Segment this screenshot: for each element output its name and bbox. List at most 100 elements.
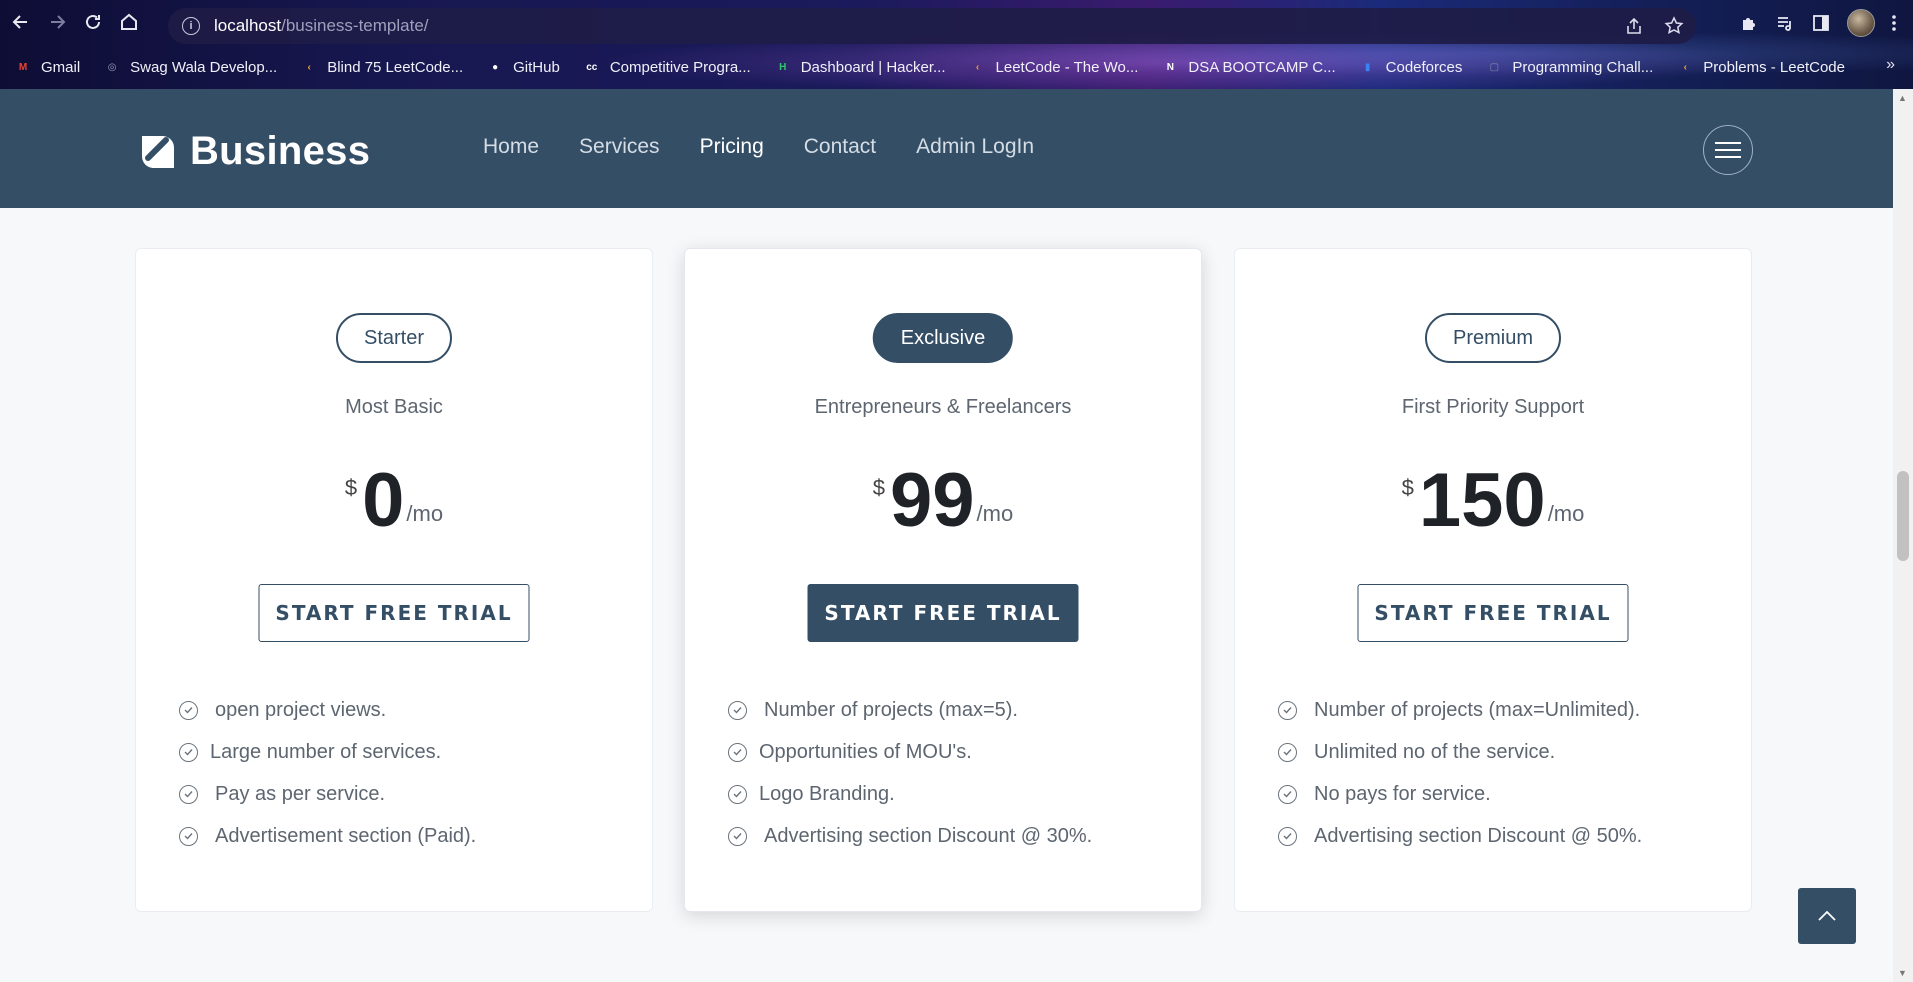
extensions-puzzle-icon[interactable] (1739, 13, 1759, 33)
page-scrollbar[interactable]: ▲ ▼ (1893, 89, 1913, 982)
feature-text: Large number of services. (210, 740, 442, 763)
bookmark-label: GitHub (513, 58, 560, 76)
profile-avatar[interactable] (1847, 9, 1875, 37)
feature-item: Large number of services. (179, 731, 476, 773)
feature-item: Advertising section Discount @ 30%. (728, 815, 1092, 857)
bookmark-label: Competitive Progra... (609, 58, 751, 76)
nav-pricing[interactable]: Pricing (700, 135, 764, 159)
bookmark-item[interactable]: ◎ Swag Wala Develop... (103, 58, 277, 76)
check-circle-icon (1278, 826, 1297, 846)
back-button[interactable] (6, 7, 36, 37)
check-circle-icon (1278, 700, 1297, 720)
bookmark-item[interactable]: ‹ LeetCode - The Wo... (969, 58, 1139, 76)
bookmark-item[interactable]: cc Competitive Progra... (583, 58, 751, 76)
start-free-trial-button[interactable]: START FREE TRIAL (1357, 584, 1629, 642)
plan-price: $ 0 /mo (136, 459, 652, 543)
scroll-up-arrow-icon[interactable]: ▲ (1898, 93, 1907, 103)
nav-contact[interactable]: Contact (804, 135, 876, 159)
logo-mark-icon (138, 132, 178, 172)
url-path: /business-template/ (281, 16, 429, 35)
codeforces-icon: ▮ (1364, 61, 1371, 73)
bookmark-item[interactable]: M Gmail (14, 58, 80, 76)
brand-logo[interactable]: Business (138, 129, 370, 174)
github-icon: ● (492, 61, 499, 73)
hamburger-line (1715, 156, 1741, 158)
star-bookmark-icon[interactable] (1664, 16, 1684, 36)
side-panel-icon[interactable] (1811, 13, 1831, 33)
media-queue-icon[interactable] (1775, 13, 1795, 33)
feature-item: Number of projects (max=5). (728, 689, 1092, 731)
check-circle-icon (179, 700, 198, 720)
scroll-down-arrow-icon[interactable]: ▼ (1898, 968, 1907, 978)
bookmark-item[interactable]: ▮ Codeforces (1359, 58, 1463, 76)
url-host: localhost (214, 16, 282, 35)
feature-text: Advertising section Discount @ 30%. (764, 824, 1093, 847)
bookmark-label: Dashboard | Hacker... (800, 58, 946, 76)
site-header: Business Home Services Pricing Contact A… (0, 89, 1893, 208)
scrollbar-thumb[interactable] (1897, 471, 1909, 561)
plan-badge: Premium (1424, 313, 1562, 363)
nav-home[interactable]: Home (483, 135, 539, 159)
bookmarks-bar: M Gmail ◎ Swag Wala Develop... ‹ Blind 75 Lee… (0, 50, 1913, 84)
site-info-icon[interactable]: i (182, 17, 200, 35)
bookmark-item[interactable]: H Dashboard | Hacker... (774, 58, 946, 76)
leetcode-icon: ‹ (307, 61, 311, 73)
bookmark-item[interactable]: ‹ Blind 75 LeetCode... (300, 58, 464, 76)
gmail-icon: M (18, 61, 28, 73)
url-text[interactable]: localhost/business-template/ (214, 16, 429, 36)
hamburger-menu-button[interactable] (1703, 125, 1753, 175)
back-to-top-button[interactable] (1798, 888, 1856, 944)
start-free-trial-button[interactable]: START FREE TRIAL (807, 584, 1079, 642)
feature-text: Number of projects (max=Unlimited). (1314, 698, 1641, 721)
check-circle-icon (1278, 784, 1297, 804)
bookmarks-overflow-button[interactable]: » (1886, 56, 1895, 74)
reload-icon (86, 14, 100, 29)
nav-admin-login[interactable]: Admin LogIn (916, 135, 1034, 159)
main-nav: Home Services Pricing Contact Admin LogI… (483, 135, 1034, 159)
notion-icon: N (1166, 61, 1174, 73)
globe-icon: ◎ (107, 61, 117, 73)
nav-services[interactable]: Services (579, 135, 660, 159)
leetcode-icon: ‹ (1683, 61, 1687, 73)
feature-item: open project views. (179, 689, 476, 731)
currency-symbol: $ (344, 475, 358, 500)
bookmark-item[interactable]: ● GitHub (486, 58, 560, 76)
bookmark-item[interactable]: ‹ Problems - LeetCode (1676, 58, 1845, 76)
start-free-trial-button[interactable]: START FREE TRIAL (258, 584, 530, 642)
browser-toolbar: i localhost/business-template/ (0, 0, 1913, 44)
bookmark-label: Blind 75 LeetCode... (327, 58, 464, 76)
arrow-left-icon (12, 15, 27, 29)
bookmark-label: LeetCode - The Wo... (995, 58, 1139, 76)
check-circle-icon (728, 700, 747, 720)
feature-text: Unlimited no of the service. (1314, 740, 1556, 763)
share-icon[interactable] (1624, 16, 1644, 36)
cc-icon: cc (586, 61, 598, 73)
leetcode-icon: ‹ (975, 61, 980, 73)
pricing-card-premium: Premium First Priority Support $ 150 /mo… (1234, 248, 1752, 912)
forward-button[interactable] (42, 7, 72, 37)
hamburger-line (1715, 149, 1741, 151)
check-circle-icon (728, 826, 747, 846)
arrow-right-icon (51, 15, 66, 29)
address-bar[interactable]: i localhost/business-template/ (168, 8, 1696, 44)
bookmark-item[interactable]: N DSA BOOTCAMP C... (1161, 58, 1336, 76)
hamburger-line (1715, 142, 1741, 144)
reload-button[interactable] (78, 7, 108, 37)
price-period: /mo (406, 501, 444, 526)
bookmark-item[interactable]: ▢ Programming Chall... (1485, 58, 1654, 76)
bookmark-label: Codeforces (1385, 58, 1463, 76)
check-circle-icon (728, 784, 747, 804)
page-icon: ▢ (1489, 61, 1500, 73)
hackerrank-icon: H (779, 61, 787, 73)
bookmark-label: DSA BOOTCAMP C... (1188, 58, 1336, 76)
plan-badge: Exclusive (872, 313, 1014, 363)
kebab-menu-icon[interactable] (1891, 13, 1897, 33)
bookmark-label: Problems - LeetCode (1703, 58, 1845, 76)
price-amount: 99 (890, 458, 975, 543)
price-amount: 0 (362, 458, 405, 543)
check-circle-icon (728, 742, 747, 762)
plan-badge: Starter (335, 313, 453, 363)
home-button[interactable] (114, 7, 144, 37)
feature-text: Pay as per service. (215, 782, 386, 805)
feature-item: No pays for service. (1278, 773, 1642, 815)
